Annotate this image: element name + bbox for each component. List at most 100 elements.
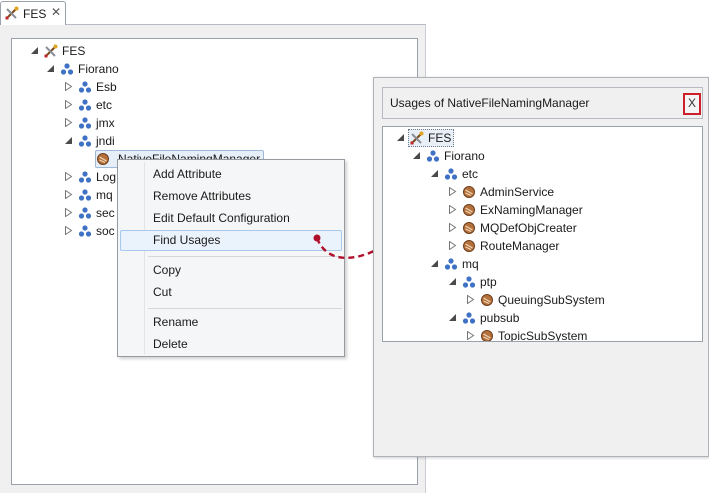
tree-node-ptp[interactable]: ptp <box>448 273 568 291</box>
tree-node-mqdefobjcreater[interactable]: MQDefObjCreater <box>448 219 608 237</box>
expand-arrow-icon[interactable] <box>64 208 73 217</box>
component-icon <box>96 152 110 166</box>
expand-arrow-icon[interactable] <box>466 295 475 304</box>
component-icon <box>462 185 476 199</box>
tree-node-fiorano[interactable]: Fiorano <box>412 147 532 165</box>
tree-label: AdminService <box>480 185 555 199</box>
tree-node-routemanager[interactable]: RouteManager <box>448 237 608 255</box>
tree-label: Log <box>96 170 117 184</box>
tree-label: ptp <box>480 275 497 289</box>
tree-label: sec <box>96 206 115 220</box>
menu-item-delete[interactable]: Delete <box>120 334 342 355</box>
namespace-icon <box>462 275 476 289</box>
tree-label: Fiorano <box>78 62 119 76</box>
tree-label: Fiorano <box>444 149 485 163</box>
menu-item-label: Delete <box>153 337 188 351</box>
tree-label: mq <box>462 257 479 271</box>
tree-label: Esb <box>96 80 117 94</box>
tree-label: jndi <box>96 134 115 148</box>
menu-item-label: Remove Attributes <box>153 189 252 203</box>
usages-dialog: Usages of NativeFileNamingManager X FES … <box>373 77 709 457</box>
collapse-arrow-icon[interactable] <box>430 259 439 268</box>
tree-label: RouteManager <box>480 239 560 253</box>
namespace-icon <box>444 167 458 181</box>
tree-label: jmx <box>96 116 115 130</box>
tree-label: pubsub <box>480 311 520 325</box>
expand-arrow-icon[interactable] <box>64 226 73 235</box>
component-icon <box>480 293 494 307</box>
namespace-icon <box>78 224 92 238</box>
namespace-icon <box>462 311 476 325</box>
tree-node-fes[interactable]: FES <box>396 129 456 147</box>
tab-label: FES <box>23 7 47 21</box>
tools-icon <box>5 6 19 20</box>
usages-header: Usages of NativeFileNamingManager X <box>382 87 703 119</box>
collapse-arrow-icon[interactable] <box>448 277 457 286</box>
expand-arrow-icon[interactable] <box>64 190 73 199</box>
tree-label: mq <box>96 188 113 202</box>
tree-node-fiorano[interactable]: Fiorano <box>46 60 166 78</box>
namespace-icon <box>78 80 92 94</box>
menu-item-add-attribute[interactable]: Add Attribute <box>120 164 342 185</box>
tools-icon <box>44 44 58 58</box>
tree-label: QueuingSubSystem <box>498 293 605 307</box>
expand-arrow-icon[interactable] <box>448 223 457 232</box>
component-icon <box>462 203 476 217</box>
menu-item-label: Rename <box>153 315 199 329</box>
collapse-arrow-icon[interactable] <box>46 64 55 73</box>
tree-node-mq[interactable]: mq <box>430 255 550 273</box>
tab-fes[interactable]: FES ✕ <box>0 1 66 25</box>
expand-arrow-icon[interactable] <box>64 118 73 127</box>
menu-item-remove-attributes[interactable]: Remove Attributes <box>120 186 342 207</box>
namespace-icon <box>78 170 92 184</box>
menu-item-label: Find Usages <box>153 233 221 247</box>
tree-node-etc[interactable]: etc <box>64 96 184 114</box>
dialog-title: Usages of NativeFileNamingManager <box>390 96 590 110</box>
tree-node-etc[interactable]: etc <box>430 165 550 183</box>
close-icon[interactable]: ✕ <box>50 5 62 19</box>
collapse-arrow-icon[interactable] <box>396 133 405 142</box>
collapse-arrow-icon[interactable] <box>30 46 39 55</box>
namespace-icon <box>78 98 92 112</box>
close-button[interactable]: X <box>683 93 701 115</box>
tree-node-exnamingmanager[interactable]: ExNamingManager <box>448 201 608 219</box>
tree-label: FES <box>62 44 86 58</box>
tree-node-log[interactable]: Log <box>64 168 124 186</box>
expand-arrow-icon[interactable] <box>448 187 457 196</box>
component-icon <box>462 239 476 253</box>
tree-node-topicsubsystem[interactable]: TopicSubSystem <box>466 327 646 342</box>
menu-item-label: Edit Default Configuration <box>153 211 290 225</box>
tree-node-esb[interactable]: Esb <box>64 78 184 96</box>
tree-node-jmx[interactable]: jmx <box>64 114 184 132</box>
menu-item-cut[interactable]: Cut <box>120 282 342 303</box>
tree-node-pubsub[interactable]: pubsub <box>448 309 568 327</box>
expand-arrow-icon[interactable] <box>466 331 475 340</box>
expand-arrow-icon[interactable] <box>64 172 73 181</box>
expand-arrow-icon[interactable] <box>64 100 73 109</box>
menu-item-rename[interactable]: Rename <box>120 312 342 333</box>
expand-arrow-icon[interactable] <box>448 241 457 250</box>
tree-label: FES <box>428 131 452 145</box>
tree-node-sec[interactable]: sec <box>64 204 124 222</box>
tree-node-mq[interactable]: mq <box>64 186 124 204</box>
tree-node-queuingsubsystem[interactable]: QueuingSubSystem <box>466 291 646 309</box>
expand-arrow-icon[interactable] <box>448 205 457 214</box>
collapse-arrow-icon[interactable] <box>64 136 73 145</box>
component-icon <box>462 221 476 235</box>
tree-label: TopicSubSystem <box>498 329 588 342</box>
namespace-icon <box>78 116 92 130</box>
collapse-arrow-icon[interactable] <box>448 313 457 322</box>
tree-label: etc <box>462 167 479 181</box>
tree-node-adminservice[interactable]: AdminService <box>448 183 608 201</box>
view-tab-strip: FES ✕ <box>0 0 426 25</box>
tree-node-fes[interactable]: FES <box>30 42 150 60</box>
namespace-icon <box>60 62 74 76</box>
tree-node-soc[interactable]: soc <box>64 222 124 240</box>
menu-separator <box>148 308 342 309</box>
namespace-icon <box>444 257 458 271</box>
expand-arrow-icon[interactable] <box>64 82 73 91</box>
collapse-arrow-icon[interactable] <box>412 151 421 160</box>
namespace-icon <box>78 206 92 220</box>
collapse-arrow-icon[interactable] <box>430 169 439 178</box>
tree-node-jndi[interactable]: jndi <box>64 132 184 150</box>
